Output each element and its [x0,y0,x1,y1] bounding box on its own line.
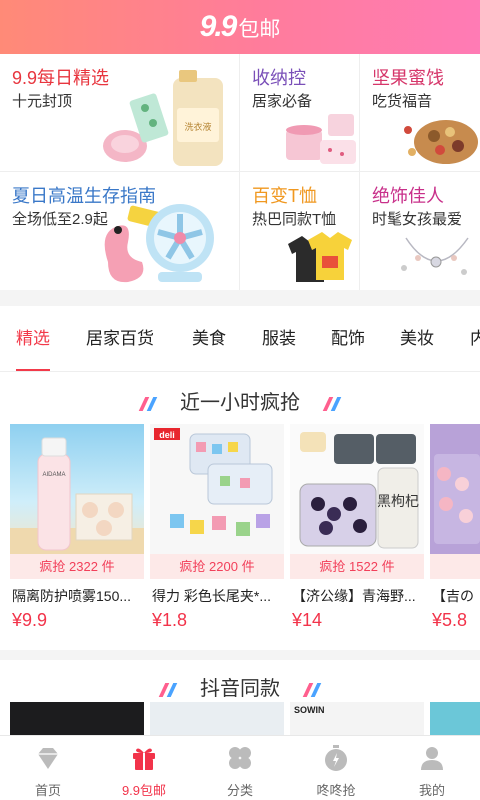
product-price: ¥9.9 [12,610,48,630]
app-header: 9.9 包邮 [0,0,480,54]
tab-label: 内 [470,329,480,348]
nav-label: 我的 [418,783,445,798]
title-decoration [139,392,158,415]
douyin-section: 抖音同款 SOWIN [0,650,480,735]
product-name: 隔离防护喷雾150... [12,588,132,604]
tab-clothing[interactable]: 服装 [262,306,296,371]
promo-grid: 9.9每日精选 十元封顶 洗衣液 收纳控 居家必备 坚果蜜饯 吃货福音 夏日高温… [0,54,480,290]
svg-text:洗衣液: 洗衣液 [184,121,211,132]
product-image: AIDAMA [10,424,144,554]
sowin-brand-text: SOWIN [294,705,325,715]
divider [239,54,240,290]
promo-nuts[interactable]: 坚果蜜饯 吃货福音 [360,54,480,171]
tab-food[interactable]: 美食 [192,306,226,371]
product-thumb[interactable] [10,702,144,735]
product-card[interactable]: AIDAMA 疯抢 2322 件 隔离防护喷雾150... ¥9.9 [10,424,144,634]
sold-count-badge: 疯抢 2200 件 [150,554,284,579]
promo-title: 坚果蜜饯 [372,68,444,88]
product-price: ¥5.8 [432,610,468,630]
tab-featured[interactable]: 精选 [16,306,50,371]
promo-subtitle: 吃货福音 [372,93,433,110]
nav-flash-grab[interactable]: 咚咚抢 [288,736,384,800]
product-thumb[interactable] [150,702,284,735]
tab-accessories[interactable]: 配饰 [331,306,365,371]
product-image [430,424,480,554]
promo-subtitle: 时髦女孩最爱 [372,211,463,228]
product-card[interactable]: 疯抢 【吉の ¥5.8 [430,424,480,634]
product-thumb[interactable] [430,702,480,735]
diamond-icon [38,748,58,769]
sold-count-badge: 疯抢 2322 件 [10,554,144,579]
product-name: 【济公缘】青海野... [292,588,416,604]
nuts-image [404,120,478,164]
slippers-detergent-image: 洗衣液 [103,70,223,166]
spray-brand-text: AIDAMA [42,472,65,478]
category-icon [229,747,251,769]
title-decoration [302,678,321,701]
tab-label: 配饰 [331,329,365,348]
fan-flamingo-image [104,204,214,283]
nav-9-9-free-shipping[interactable]: 9.9包邮 [96,736,192,800]
nav-label: 首页 [34,783,61,798]
bottom-nav: 首页 9.9包邮 分类 咚咚抢 我的 [0,735,480,800]
promo-tshirt[interactable]: 百变T恤 热巴同款T恤 [240,172,359,290]
section-title: 近一小时疯抢 [0,386,480,415]
nav-label: 咚咚抢 [316,783,356,798]
divider [359,54,360,290]
section-title-text: 抖音同款 [200,678,280,700]
nav-home[interactable]: 首页 [0,736,96,800]
tab-label: 美妆 [400,329,434,348]
divider [0,171,480,172]
tab-label: 服装 [262,329,296,348]
promo-storage[interactable]: 收纳控 居家必备 [240,54,359,171]
gift-icon [133,748,155,770]
nav-label: 分类 [226,783,253,798]
product-name: 得力 彩色长尾夹*... [152,588,272,604]
tab-label: 居家百货 [86,329,154,348]
product-price: ¥1.8 [152,610,188,630]
goji-label-text: 黑枸杞 [377,493,419,509]
jewelry-image [401,237,469,275]
category-tabs: 精选 居家百货 美食 服装 配饰 美妆 内 [0,306,480,372]
title-decoration [322,392,341,415]
product-card[interactable]: deli 疯抢 2200 件 得力 彩色长尾夹*... ¥1.8 [150,424,284,634]
tab-beauty[interactable]: 美妆 [400,306,434,371]
promo-title: 收纳控 [252,68,306,88]
promo-daily[interactable]: 9.9每日精选 十元封顶 洗衣液 [0,54,239,171]
nav-category[interactable]: 分类 [192,736,288,800]
product-image: 黑枸杞 [290,424,424,554]
section-gap [0,290,480,306]
tshirt-image [288,232,352,282]
product-price: ¥14 [292,610,323,630]
logo-text: 包邮 [238,18,281,41]
promo-summer[interactable]: 夏日高温生存指南 全场低至2.9起 [0,172,239,290]
promo-jewelry[interactable]: 绝饰佳人 时髦女孩最爱 [360,172,480,290]
promo-title: 百变T恤 [252,186,317,206]
storage-box-image [286,114,356,164]
stopwatch-icon [325,745,347,771]
title-decoration [159,678,178,701]
promo-title: 绝饰佳人 [372,186,444,206]
promo-subtitle: 十元封顶 [12,93,73,110]
logo-number: 9.9 [199,10,238,43]
tab-partial[interactable]: 内 [470,306,480,371]
section-title: 抖音同款 [0,672,480,701]
tab-household[interactable]: 居家百货 [86,306,154,371]
product-image: deli [150,424,284,554]
deli-brand-text: deli [159,430,175,440]
product-card[interactable]: 黑枸杞 疯抢 1522 件 【济公缘】青海野... ¥14 [290,424,424,634]
user-icon [421,747,443,770]
nav-label: 9.9包邮 [121,783,167,798]
nav-mine[interactable]: 我的 [384,736,480,800]
sold-count-badge: 疯抢 1522 件 [290,554,424,579]
product-name: 【吉の [432,588,474,604]
section-title-text: 近一小时疯抢 [180,392,300,414]
promo-subtitle: 热巴同款T恤 [252,211,337,228]
tab-label: 美食 [192,329,226,348]
promo-subtitle: 居家必备 [252,93,313,110]
product-thumb[interactable]: SOWIN [290,702,424,735]
sold-count-badge: 疯抢 [430,554,480,579]
logo: 9.9 包邮 [200,10,281,44]
tab-label: 精选 [16,329,50,348]
